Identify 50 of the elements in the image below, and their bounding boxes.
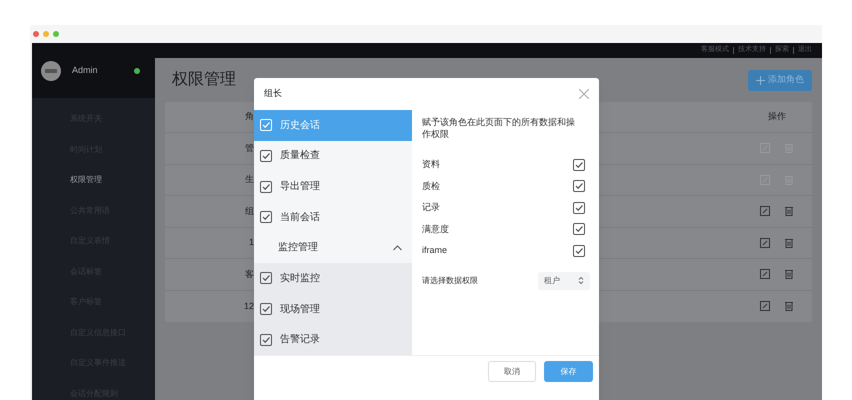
page-item[interactable]: 现场管理	[254, 294, 412, 324]
checked-checkbox-icon[interactable]	[573, 244, 585, 257]
permission-label: 质检	[422, 180, 440, 192]
checked-checkbox-icon[interactable]	[260, 272, 272, 284]
trash-icon[interactable]	[784, 238, 794, 248]
edit-icon[interactable]	[760, 269, 770, 280]
dialog-title: 组长	[264, 87, 282, 100]
scope-label: 请选择数据权限	[422, 274, 478, 286]
updown-caret-icon	[578, 276, 584, 285]
checked-checkbox-icon[interactable]	[573, 223, 585, 236]
column-header: 角	[244, 110, 254, 124]
edit-icon[interactable]	[760, 301, 770, 312]
scope-select[interactable]: 租户	[538, 272, 590, 290]
checked-checkbox-icon[interactable]	[573, 180, 585, 192]
permission-description: 赋予该角色在此页面下的所有数据和操作权限	[422, 116, 576, 140]
page-item[interactable]: 历史会话	[254, 110, 412, 141]
checked-checkbox-icon[interactable]	[260, 334, 272, 346]
permission-label: 资料	[422, 158, 440, 171]
permission-label: iframe	[422, 244, 448, 257]
checked-checkbox-icon[interactable]	[260, 303, 272, 316]
trash-icon[interactable]	[784, 301, 794, 312]
page-item[interactable]: 实时监控	[254, 263, 412, 294]
checked-checkbox-icon[interactable]	[573, 158, 585, 171]
permission-label: 记录	[422, 201, 440, 214]
edit-icon[interactable]	[760, 206, 770, 216]
user-name: Admin	[72, 64, 99, 77]
trash-icon[interactable]	[784, 269, 794, 280]
checked-checkbox-icon[interactable]	[260, 211, 272, 224]
checked-checkbox-icon[interactable]	[573, 202, 585, 214]
save-button[interactable]: 保存	[544, 361, 593, 382]
table-cell-text: 客	[244, 268, 254, 280]
plus-icon	[756, 76, 765, 84]
checked-checkbox-icon[interactable]	[260, 180, 272, 193]
table-cell-text: 12	[242, 300, 254, 312]
avatar-icon	[41, 60, 61, 80]
sidebar-item[interactable]: 权限管理	[32, 165, 155, 196]
table-cell-text: 管	[244, 142, 254, 154]
checked-checkbox-icon[interactable]	[260, 150, 272, 162]
trash-icon[interactable]	[784, 206, 794, 216]
page-title: 权限管理	[171, 70, 236, 90]
table-cell-text: 1	[248, 236, 254, 249]
table-cell-text: 组	[244, 204, 254, 218]
table-cell-text: 生	[244, 173, 254, 186]
edit-icon[interactable]	[760, 238, 770, 248]
column-header: 操作	[767, 110, 787, 124]
page-item[interactable]: 告警记录	[254, 324, 412, 355]
add-role-button[interactable]: 添加角色	[748, 70, 812, 90]
cancel-button[interactable]: 取消	[488, 361, 536, 382]
permission-label: 满意度	[422, 222, 449, 236]
close-icon[interactable]	[579, 89, 589, 99]
